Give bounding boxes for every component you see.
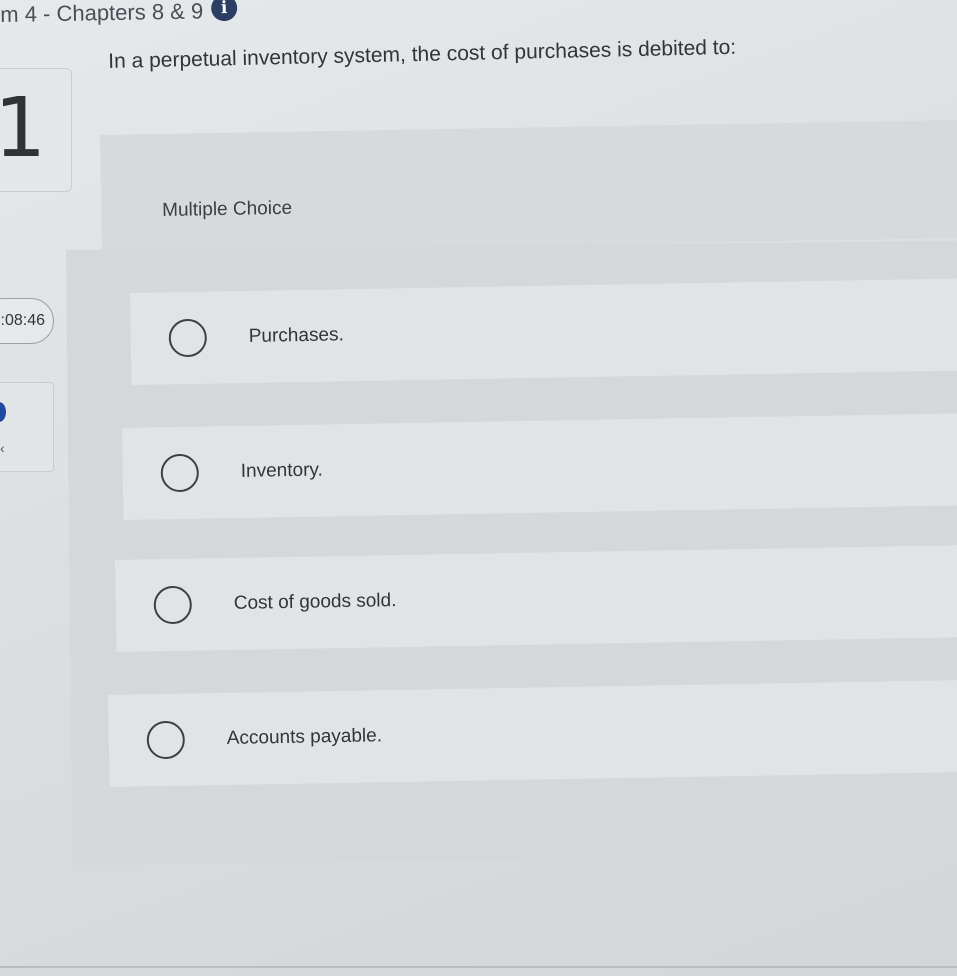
answer-option-label: Cost of goods sold.: [233, 590, 397, 614]
assignment-title: m 4 - Chapters 8 & 9: [0, 0, 204, 27]
divider: [0, 966, 957, 968]
radio-button-icon[interactable]: [168, 318, 208, 358]
timer[interactable]: 2:08:46: [0, 298, 54, 344]
answer-option[interactable]: Purchases.: [130, 278, 957, 385]
question-type-label: Multiple Choice: [162, 197, 293, 221]
info-icon[interactable]: i: [210, 0, 238, 22]
side-panel-card[interactable]: [0, 382, 54, 472]
question-type-panel: [100, 119, 957, 253]
info-icon-glyph: i: [220, 0, 228, 19]
question-number: 1: [0, 81, 47, 176]
page-header: m 4 - Chapters 8 & 9 i: [0, 0, 238, 30]
answer-option[interactable]: Accounts payable.: [108, 679, 957, 787]
answer-option-label: Accounts payable.: [226, 725, 383, 749]
answer-option-label: Purchases.: [248, 324, 344, 347]
answer-option[interactable]: Inventory.: [122, 413, 957, 520]
radio-button-icon[interactable]: [153, 585, 193, 625]
radio-button-icon[interactable]: [160, 453, 200, 493]
radio-button-icon[interactable]: [146, 720, 186, 760]
chevron-left-icon[interactable]: ‹: [0, 440, 5, 456]
answer-option-label: Inventory.: [240, 459, 323, 482]
timer-value: 2:08:46: [0, 312, 45, 329]
answer-option[interactable]: Cost of goods sold.: [115, 544, 957, 652]
